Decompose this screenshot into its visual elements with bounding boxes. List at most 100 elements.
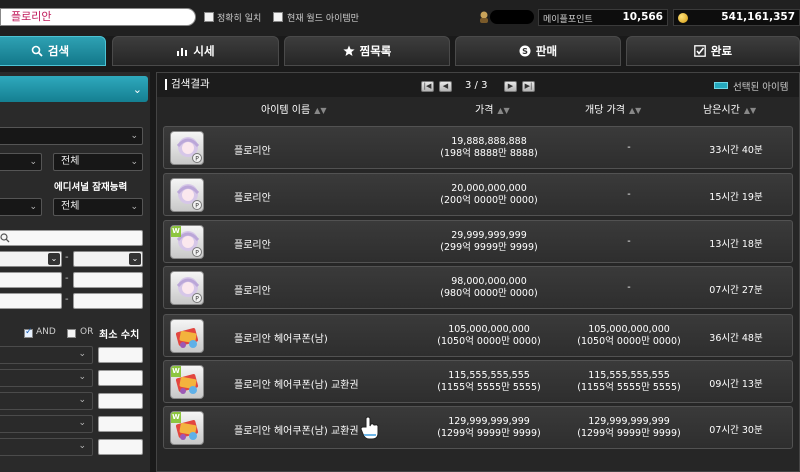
search-icon	[0, 233, 10, 243]
maple-point-box: 메이플포인트 10,566	[538, 9, 668, 26]
world-only-checkbox[interactable]	[273, 12, 283, 22]
search-icon	[31, 45, 43, 57]
item-price: 29,999,999,999 (299억 9999만 9999)	[414, 230, 564, 254]
price-korean: (1050억 0000만 0000)	[437, 336, 541, 347]
min-value-input[interactable]	[98, 347, 143, 363]
price-value: 98,000,000,000	[451, 276, 527, 287]
col-header-label: 아이템 이름	[261, 105, 311, 116]
and-checkbox[interactable]	[24, 327, 33, 338]
filter-dropdown[interactable]: ⌄	[0, 153, 42, 171]
min-value-input[interactable]	[98, 416, 143, 432]
result-row[interactable]: P W 플로리안 29,999,999,999 (299억 9999만 9999) -13…	[163, 220, 793, 263]
first-page-button[interactable]: |◀	[421, 81, 434, 92]
option-dropdown[interactable]: ⌄	[0, 438, 93, 456]
min-value-input[interactable]	[98, 393, 143, 409]
sort-icon: ▲▼	[743, 106, 757, 115]
selected-item-label: 선택된 아이템	[733, 82, 789, 93]
filter-dropdown-all[interactable]: 전체 ⌄	[53, 153, 143, 171]
price-korean: (1155억 5555만 5555)	[437, 382, 541, 393]
item-unit-price: -	[554, 282, 704, 294]
item-price: 115,555,555,555 (1155억 5555만 5555)	[414, 370, 564, 394]
or-checkbox[interactable]	[67, 329, 76, 338]
filter-dropdown[interactable]: ⌄	[0, 198, 42, 216]
results-title: 검색결과	[165, 79, 210, 90]
sort-icon: ▲▼	[314, 106, 327, 115]
item-remaining-time: 15시간 19분	[709, 192, 763, 203]
category-dropdown[interactable]: ⌄	[0, 76, 148, 102]
min-value-label: 최소 수치	[99, 330, 140, 341]
item-price: 19,888,888,888 (198억 8888만 8888)	[414, 136, 564, 160]
filter-panel: ⌄ ⌄ ⌄ 전체⌄ 에디셔널 잠재능력 ⌄ 전체⌄ ⌄ - ⌄ - - AND …	[0, 72, 150, 472]
result-row[interactable]: 플로리안 헤어쿠폰(남) 105,000,000,000 (1050억 0000만 …	[163, 314, 793, 357]
svg-text:P: P	[195, 296, 199, 303]
unit-price-value: 115,555,555,555	[588, 370, 670, 381]
meso-coin-icon	[678, 13, 688, 23]
price-value: 29,999,999,999	[451, 230, 527, 241]
last-page-button[interactable]: ▶|	[522, 81, 535, 92]
keyword-input[interactable]	[0, 230, 143, 246]
filter-dropdown[interactable]: ⌄	[0, 127, 143, 145]
price-korean: (198억 8888만 8888)	[440, 148, 538, 159]
col-header-price[interactable]: 가격 ▲▼	[475, 101, 510, 116]
col-header-name[interactable]: 아이템 이름 ▲▼	[261, 101, 327, 116]
unit-price-korean: (1155억 5555만 5555)	[577, 382, 681, 393]
tab-search[interactable]: 검색	[0, 36, 106, 66]
item-name: 플로리안	[234, 193, 271, 204]
item-name: 플로리안 헤어쿠폰(남) 교환권	[234, 426, 359, 437]
additional-potential-label: 에디셔널 잠재능력	[54, 182, 128, 193]
chart-icon	[177, 48, 188, 56]
chevron-down-icon: ⌄	[29, 202, 37, 212]
option-dropdown[interactable]: ⌄	[0, 346, 93, 364]
range-input-min[interactable]	[0, 272, 62, 288]
tab-label: 검색	[47, 44, 70, 58]
item-name: 플로리안 헤어쿠폰(남) 교환권	[234, 380, 359, 391]
min-value-input[interactable]	[98, 370, 143, 386]
range-input-min[interactable]	[0, 293, 62, 309]
col-header-remaining[interactable]: 남은시간 ▲▼	[703, 101, 756, 116]
range-dash: -	[65, 252, 69, 263]
tab-market-price[interactable]: 시세	[112, 36, 279, 66]
svg-text:S: S	[522, 47, 528, 56]
col-header-unit-price[interactable]: 개당 가격 ▲▼	[585, 101, 641, 116]
tab-sell[interactable]: S 판매	[455, 36, 621, 66]
search-input[interactable]: 플로리안	[0, 8, 196, 26]
min-value-input[interactable]	[98, 439, 143, 455]
tab-completed[interactable]: 완료	[626, 36, 800, 66]
w-badge: W	[171, 226, 181, 237]
result-row[interactable]: P 플로리안 98,000,000,000 (980억 0000만 0000) - 07시…	[163, 266, 793, 309]
prev-page-button[interactable]: ◀	[439, 81, 452, 92]
tab-label: 판매	[535, 44, 558, 58]
range-dash: -	[65, 273, 69, 284]
chevron-down-icon: ⌄	[78, 441, 86, 451]
result-row[interactable]: P 플로리안 20,000,000,000 (200억 0000만 0000) - 15시…	[163, 173, 793, 216]
level-dropdown-min[interactable]: ⌄	[0, 251, 62, 267]
exact-match-checkbox[interactable]	[204, 12, 214, 22]
chevron-down-icon: ⌄	[130, 202, 138, 212]
result-row[interactable]: W 플로리안 헤어쿠폰(남) 교환권 115,555,555,555 (1155억 5…	[163, 360, 793, 403]
additional-potential-dropdown[interactable]: 전체 ⌄	[53, 198, 143, 216]
unit-price-value: -	[627, 142, 631, 153]
next-page-button[interactable]: ▶	[504, 81, 517, 92]
option-dropdown[interactable]: ⌄	[0, 392, 93, 410]
price-korean: (299억 9999만 9999)	[440, 242, 538, 253]
item-unit-price: -	[554, 189, 704, 201]
meso-box: 541,161,357	[673, 9, 800, 26]
world-only-label: 현재 월드 아이템만	[287, 14, 359, 24]
option-dropdown[interactable]: ⌄	[0, 369, 93, 387]
unit-price-value: -	[627, 189, 631, 200]
range-input-max[interactable]	[73, 272, 143, 288]
results-panel: 검색결과 |◀ ◀ 3 / 3 ▶ ▶| 선택된 아이템 아이템 이름 ▲▼ 가격…	[156, 72, 800, 472]
item-remaining-time: 33시간 40분	[709, 145, 763, 156]
tab-wishlist[interactable]: 찜목록	[284, 36, 450, 66]
result-row[interactable]: P 플로리안 19,888,888,888 (198억 8888만 8888) - 33시…	[163, 126, 793, 169]
range-input-max[interactable]	[73, 293, 143, 309]
result-row[interactable]: W 플로리안 헤어쿠폰(남) 교환권 129,999,999,999 (1299억 9…	[163, 406, 793, 449]
price-value: 105,000,000,000	[448, 324, 530, 335]
item-remaining-time: 09시간 13분	[709, 379, 763, 390]
chevron-down-icon: ⌄	[78, 349, 86, 359]
chevron-down-icon: ⌄	[78, 418, 86, 428]
level-dropdown-max[interactable]: ⌄	[73, 251, 143, 267]
main-tabs: 검색 시세 찜목록 S 판매 완료	[0, 36, 800, 66]
option-dropdown[interactable]: ⌄	[0, 415, 93, 433]
item-unit-price: 115,555,555,555 (1155억 5555만 5555)	[554, 370, 704, 394]
